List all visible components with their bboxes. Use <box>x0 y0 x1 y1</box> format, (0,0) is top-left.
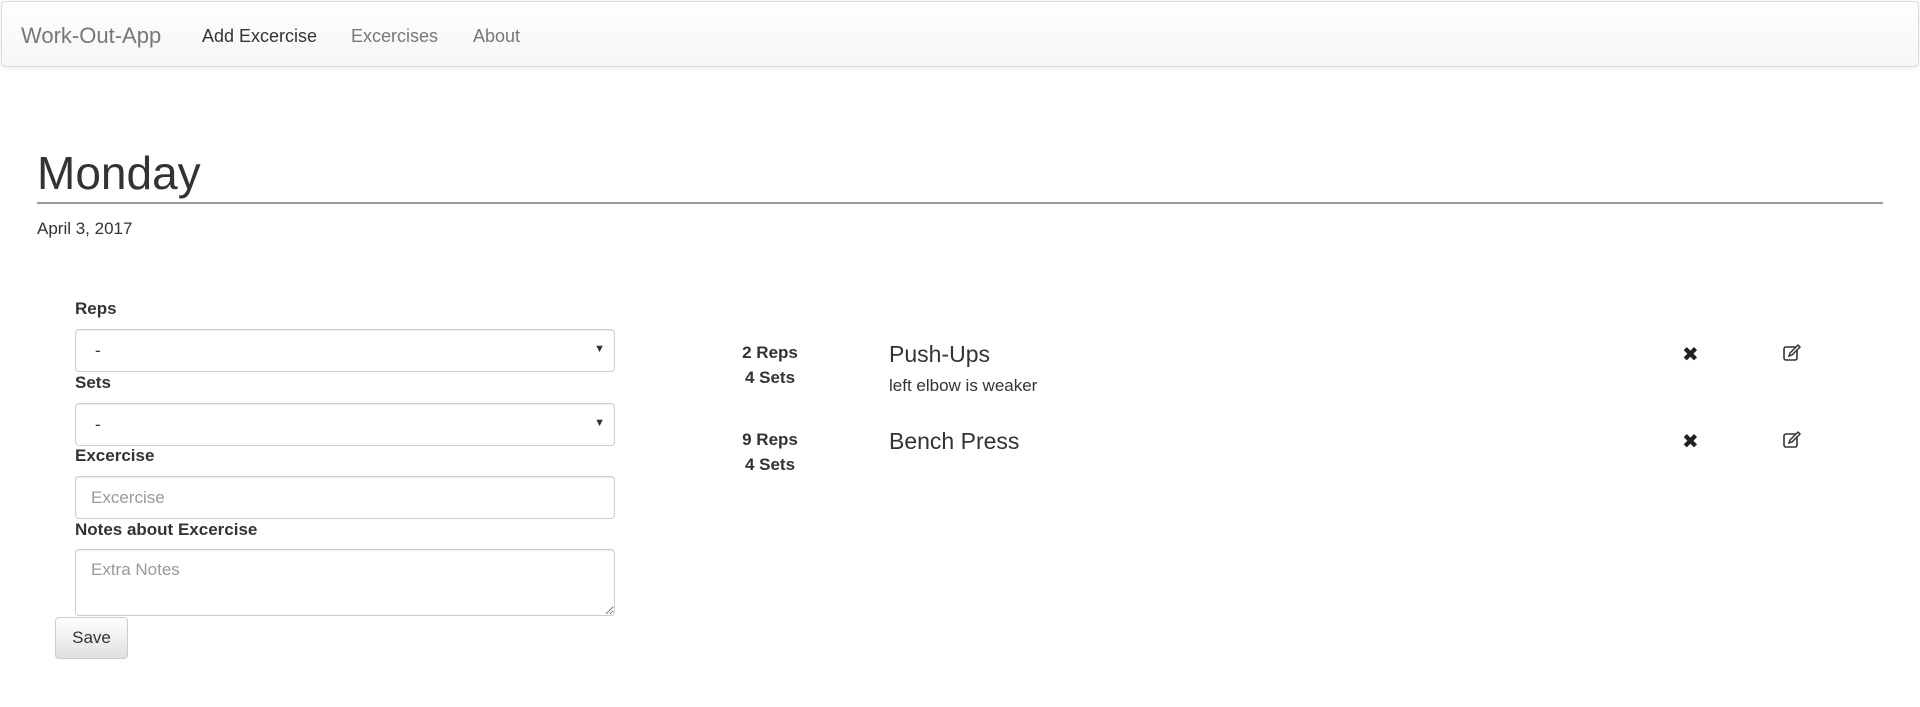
reps-label: Reps <box>75 299 117 318</box>
edit-icon[interactable] <box>1782 343 1802 363</box>
exercise-notes: left elbow is weaker <box>889 376 1038 395</box>
exercise-sets: 4 Sets <box>744 368 796 387</box>
exercise-reps: 9 Reps <box>742 430 798 449</box>
day-date: April 3, 2017 <box>37 219 133 238</box>
top-navbar: Work-Out-App Add Excercise Excercises Ab… <box>1 1 1919 67</box>
edit-icon[interactable] <box>1782 430 1802 450</box>
nav-link-excercises[interactable]: Excercises <box>351 26 438 47</box>
exercise-name: Bench Press <box>889 428 1020 454</box>
exercise-name: Push-Ups <box>889 341 990 367</box>
day-divider <box>37 202 1883 204</box>
exercise-sets: 4 Sets <box>744 455 796 474</box>
exercise-item: 9 Reps 4 Sets Bench Press ✖ <box>0 428 1920 520</box>
save-button[interactable]: Save <box>55 617 128 659</box>
navbar-brand[interactable]: Work-Out-App <box>21 23 161 49</box>
exercise-item: 2 Reps 4 Sets Push-Ups left elbow is wea… <box>0 341 1920 433</box>
exercise-reps: 2 Reps <box>742 343 798 362</box>
day-title: Monday <box>37 147 201 199</box>
delete-icon[interactable]: ✖ <box>1682 342 1699 367</box>
notes-label: Notes about Excercise <box>75 520 258 539</box>
notes-textarea[interactable] <box>75 549 615 616</box>
delete-icon[interactable]: ✖ <box>1682 429 1699 454</box>
nav-link-add-excercise[interactable]: Add Excercise <box>202 26 317 47</box>
nav-link-about[interactable]: About <box>473 26 520 47</box>
